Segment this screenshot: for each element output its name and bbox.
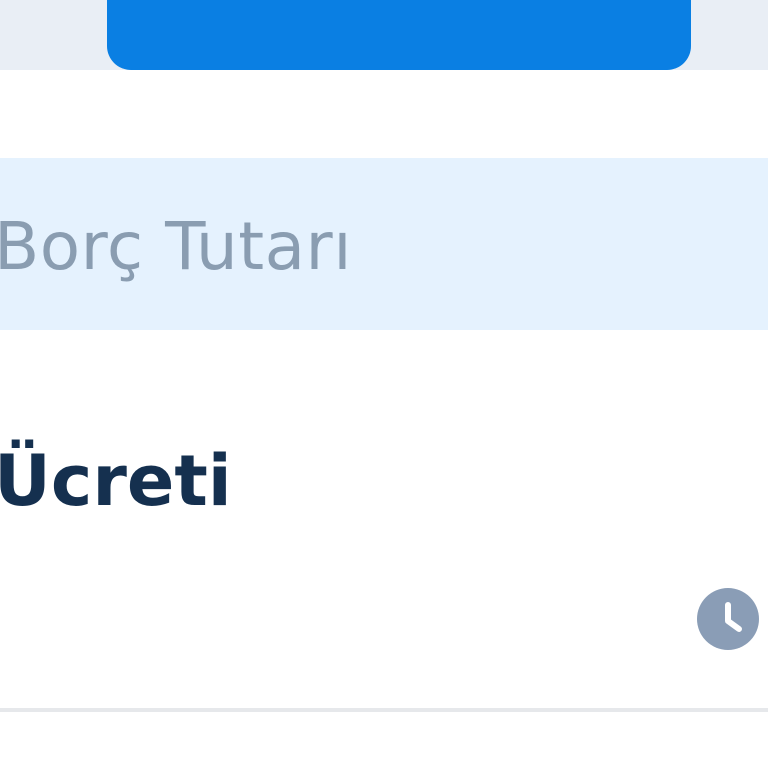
fee-title: Ücreti xyxy=(0,440,232,522)
primary-action-button[interactable] xyxy=(107,0,691,70)
clock-icon xyxy=(697,588,759,650)
screen: Borç Tutarı Ücreti xyxy=(0,0,768,768)
debt-amount-placeholder: Borç Tutarı xyxy=(0,208,353,285)
section-divider xyxy=(0,708,768,712)
